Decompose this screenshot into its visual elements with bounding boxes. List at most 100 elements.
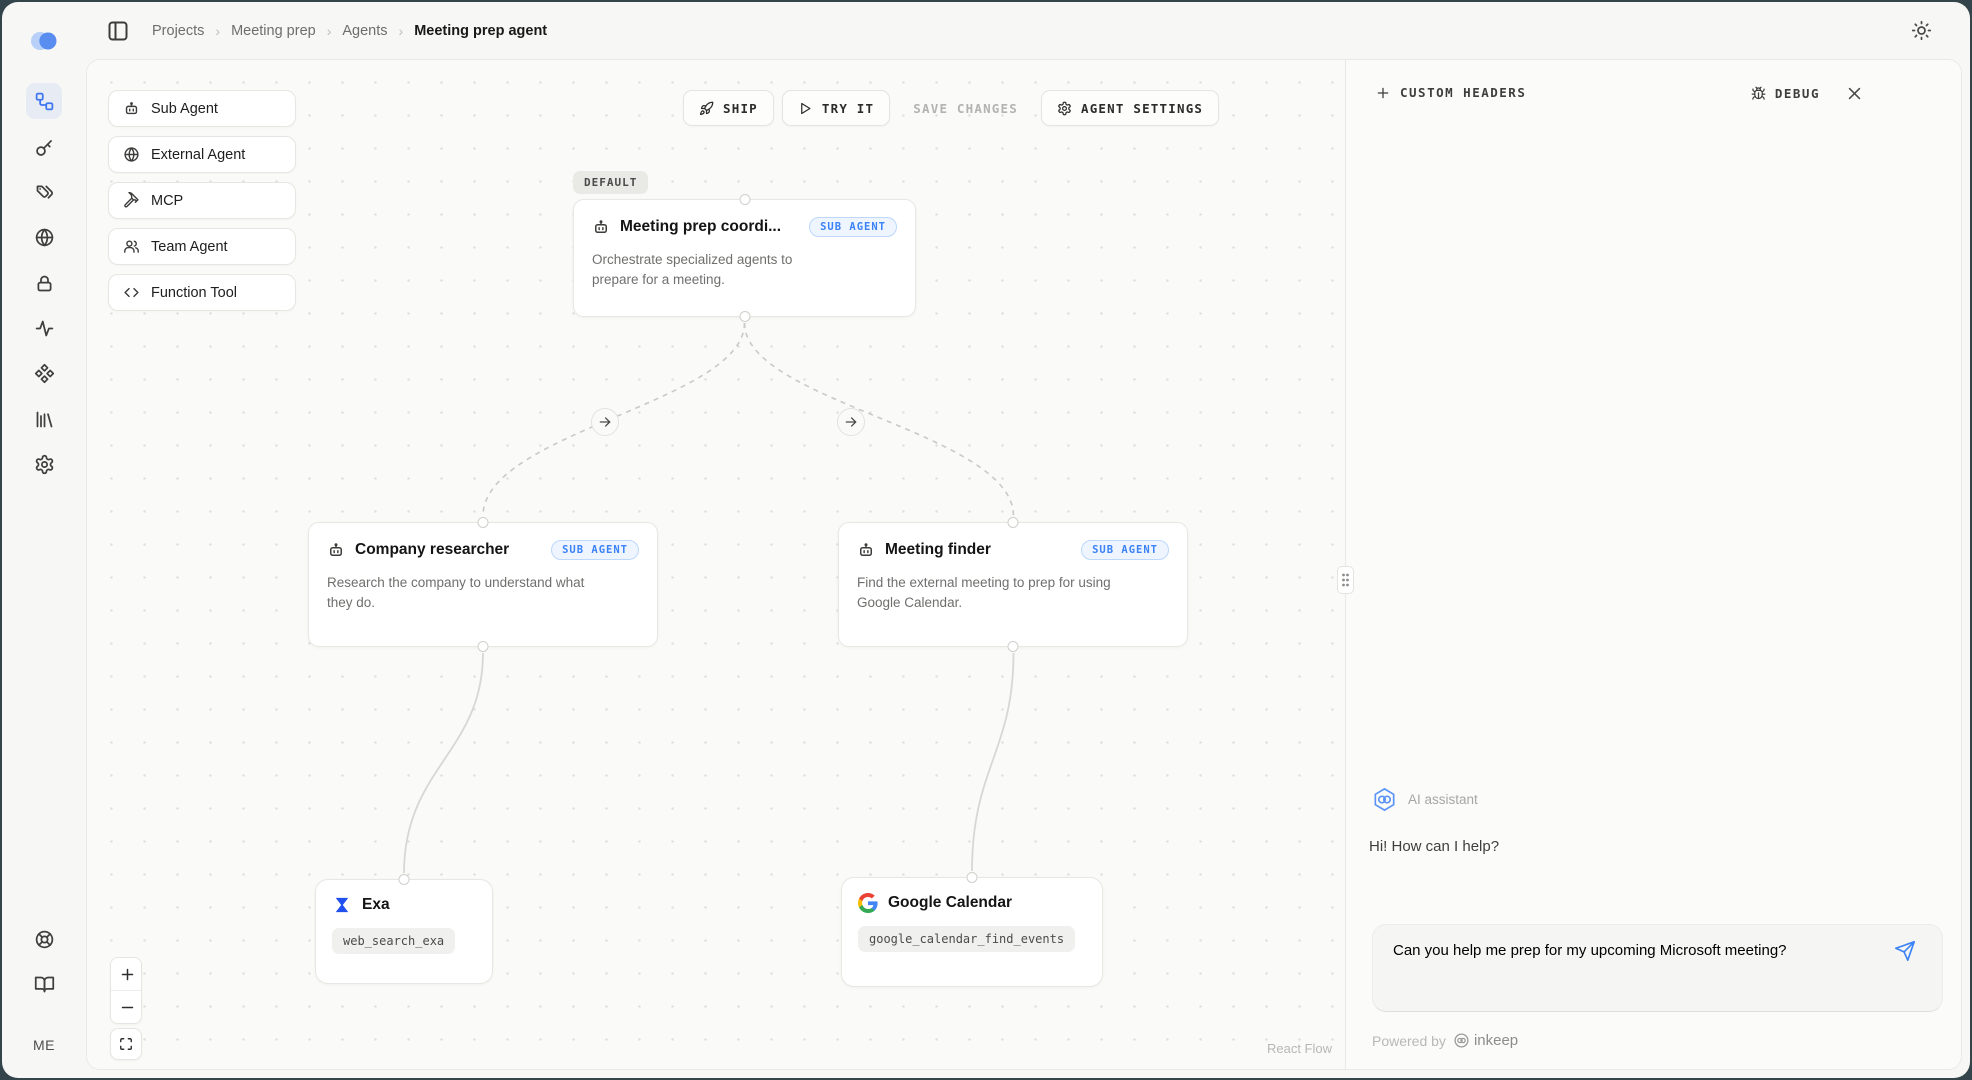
- node-handle-bottom[interactable]: [478, 641, 489, 652]
- sub-agent-badge: SUB AGENT: [551, 540, 639, 560]
- google-logo-icon: [858, 893, 878, 913]
- node-handle-top[interactable]: [739, 194, 750, 205]
- breadcrumb-projects[interactable]: Projects: [152, 23, 204, 39]
- send-button[interactable]: [1894, 940, 1916, 962]
- debug-button[interactable]: DEBUG: [1751, 86, 1820, 101]
- close-icon[interactable]: [1846, 85, 1863, 102]
- breadcrumb-separator: ›: [215, 23, 220, 39]
- bot-icon: [592, 218, 610, 236]
- globe-icon: [34, 227, 55, 248]
- sidebar-item-security[interactable]: [26, 265, 62, 301]
- node-handle-top[interactable]: [478, 517, 489, 528]
- breadcrumb-project-name[interactable]: Meeting prep: [231, 23, 316, 39]
- node-meeting-prep-coordinator[interactable]: Meeting prep coordi... SUB AGENT Orchest…: [573, 199, 916, 317]
- sidebar-item-settings[interactable]: [26, 446, 62, 482]
- try-it-button[interactable]: TRY IT: [782, 90, 890, 126]
- agent-settings-label: AGENT SETTINGS: [1081, 101, 1203, 116]
- node-google-calendar-tool[interactable]: Google Calendar google_calendar_find_eve…: [841, 877, 1103, 987]
- inkeep-assistant-icon: [1372, 787, 1397, 812]
- palette-item-mcp[interactable]: MCP: [108, 182, 296, 219]
- assistant-header: AI assistant: [1372, 787, 1478, 812]
- canvas-toolbar: SHIP TRY IT SAVE CHANGES AGENT SETTINGS: [683, 90, 1219, 126]
- inkeep-logo-icon: [29, 28, 59, 54]
- node-handle-top[interactable]: [967, 872, 978, 883]
- breadcrumb-agents[interactable]: Agents: [342, 23, 387, 39]
- default-agent-tag: DEFAULT: [573, 171, 648, 194]
- debug-label: DEBUG: [1775, 86, 1820, 101]
- custom-headers-button[interactable]: CUSTOM HEADERS: [1376, 85, 1526, 100]
- component-icon: [34, 363, 55, 384]
- fit-view-button[interactable]: [110, 1028, 142, 1060]
- book-open-icon: [34, 974, 55, 995]
- save-changes-button[interactable]: SAVE CHANGES: [898, 90, 1033, 126]
- sun-icon[interactable]: [1911, 20, 1932, 41]
- node-description: Find the external meeting to prep for us…: [857, 573, 1129, 613]
- palette-item-external-agent[interactable]: External Agent: [108, 136, 296, 173]
- tags-icon: [34, 182, 55, 203]
- sidebar-item-agents[interactable]: [26, 83, 62, 119]
- bot-icon: [123, 100, 140, 117]
- palette-item-label: Team Agent: [151, 239, 228, 255]
- custom-headers-label: CUSTOM HEADERS: [1400, 85, 1526, 100]
- graph-canvas[interactable]: Sub Agent External Agent MCP Team Agent …: [87, 60, 1345, 1069]
- panel-resize-handle[interactable]: [1337, 566, 1354, 594]
- node-title: Meeting prep coordi...: [620, 218, 781, 236]
- powered-by[interactable]: Powered by inkeep: [1372, 1032, 1518, 1049]
- try-it-button-label: TRY IT: [822, 101, 874, 116]
- agent-settings-button[interactable]: AGENT SETTINGS: [1041, 90, 1219, 126]
- gear-icon: [34, 454, 55, 475]
- maximize-icon: [119, 1037, 133, 1051]
- user-avatar[interactable]: ME: [2, 1037, 86, 1053]
- node-meeting-finder[interactable]: Meeting finder SUB AGENT Find the extern…: [838, 522, 1188, 647]
- rocket-icon: [699, 101, 714, 116]
- node-title: Meeting finder: [885, 541, 991, 559]
- sidebar-item-external[interactable]: [26, 219, 62, 255]
- breadcrumb: Projects › Meeting prep › Agents › Meeti…: [152, 2, 547, 59]
- sidebar-item-docs[interactable]: [26, 966, 62, 1002]
- content-card: Sub Agent External Agent MCP Team Agent …: [86, 59, 1962, 1070]
- breadcrumb-separator: ›: [399, 23, 404, 39]
- node-handle-top[interactable]: [399, 874, 410, 885]
- sidebar-item-activity[interactable]: [26, 310, 62, 346]
- sub-agent-badge: SUB AGENT: [1081, 540, 1169, 560]
- sidebar-item-help[interactable]: [26, 921, 62, 957]
- palette-item-function-tool[interactable]: Function Tool: [108, 274, 296, 311]
- arrow-right-icon: [844, 415, 858, 429]
- lock-icon: [34, 273, 55, 294]
- palette-item-label: Function Tool: [151, 285, 237, 301]
- node-handle-top[interactable]: [1008, 517, 1019, 528]
- ship-button[interactable]: SHIP: [683, 90, 774, 126]
- workflow-icon: [34, 91, 55, 112]
- breadcrumb-current-agent: Meeting prep agent: [414, 23, 547, 39]
- code-icon: [123, 284, 140, 301]
- palette-item-label: MCP: [151, 193, 183, 209]
- chat-input[interactable]: Can you help me prep for my upcoming Mic…: [1393, 939, 1878, 999]
- zoom-out-button[interactable]: [111, 991, 142, 1023]
- plus-icon: [120, 967, 135, 982]
- node-description: Orchestrate specialized agents to prepar…: [592, 250, 840, 290]
- sidebar-item-credentials[interactable]: [26, 174, 62, 210]
- panel-left-icon[interactable]: [106, 19, 130, 43]
- node-handle-bottom[interactable]: [1008, 641, 1019, 652]
- node-title: Company researcher: [355, 541, 509, 559]
- node-exa-tool[interactable]: Exa web_search_exa: [315, 879, 493, 984]
- play-icon: [798, 101, 813, 116]
- palette-item-team-agent[interactable]: Team Agent: [108, 228, 296, 265]
- palette-item-sub-agent[interactable]: Sub Agent: [108, 90, 296, 127]
- sidebar-item-api-keys[interactable]: [26, 129, 62, 165]
- library-icon: [34, 409, 55, 430]
- node-company-researcher[interactable]: Company researcher SUB AGENT Research th…: [308, 522, 658, 647]
- ship-button-label: SHIP: [723, 101, 758, 116]
- arrow-right-icon: [598, 415, 612, 429]
- sidebar-item-components[interactable]: [26, 355, 62, 391]
- users-icon: [123, 238, 140, 255]
- assistant-greeting: Hi! How can I help?: [1369, 838, 1499, 855]
- bot-icon: [857, 541, 875, 559]
- zoom-in-button[interactable]: [111, 958, 142, 990]
- breadcrumb-separator: ›: [327, 23, 332, 39]
- node-handle-bottom[interactable]: [739, 311, 750, 322]
- sub-agent-badge: SUB AGENT: [809, 217, 897, 237]
- edge-coordinator-finder: [745, 323, 1014, 516]
- grip-dots-icon: [1341, 572, 1350, 588]
- sidebar-item-library[interactable]: [26, 401, 62, 437]
